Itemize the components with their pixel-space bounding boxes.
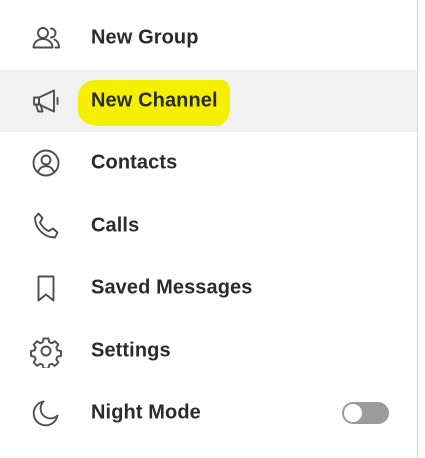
users-icon: [29, 21, 63, 55]
menu-item-new-channel[interactable]: New Channel: [0, 69, 417, 132]
side-menu: New Group New Channel Contacts Calls Sav…: [0, 0, 424, 458]
panel-edge: [418, 0, 424, 458]
bookmark-icon: [29, 271, 63, 305]
gear-icon: [29, 334, 63, 368]
user-circle-icon: [29, 146, 63, 180]
menu-item-settings[interactable]: Settings: [0, 320, 417, 383]
toggle-knob: [344, 404, 362, 423]
moon-icon: [29, 396, 63, 430]
menu-item-label: Saved Messages: [91, 276, 253, 299]
night-mode-toggle[interactable]: [342, 402, 389, 425]
menu-list: New Group New Channel Contacts Calls Sav…: [0, 7, 417, 445]
menu-item-label: Settings: [91, 339, 171, 362]
menu-item-label: Calls: [91, 214, 140, 237]
menu-item-new-group[interactable]: New Group: [0, 7, 417, 70]
menu-item-label: Contacts: [91, 151, 178, 174]
menu-item-label: New Group: [91, 26, 199, 49]
menu-item-saved-messages[interactable]: Saved Messages: [0, 257, 417, 320]
menu-item-label: New Channel: [91, 89, 218, 112]
menu-item-night-mode[interactable]: Night Mode: [0, 382, 417, 445]
menu-item-label: Night Mode: [91, 401, 201, 424]
phone-icon: [29, 209, 63, 243]
menu-item-contacts[interactable]: Contacts: [0, 132, 417, 195]
megaphone-icon: [29, 84, 63, 118]
menu-item-calls[interactable]: Calls: [0, 195, 417, 258]
